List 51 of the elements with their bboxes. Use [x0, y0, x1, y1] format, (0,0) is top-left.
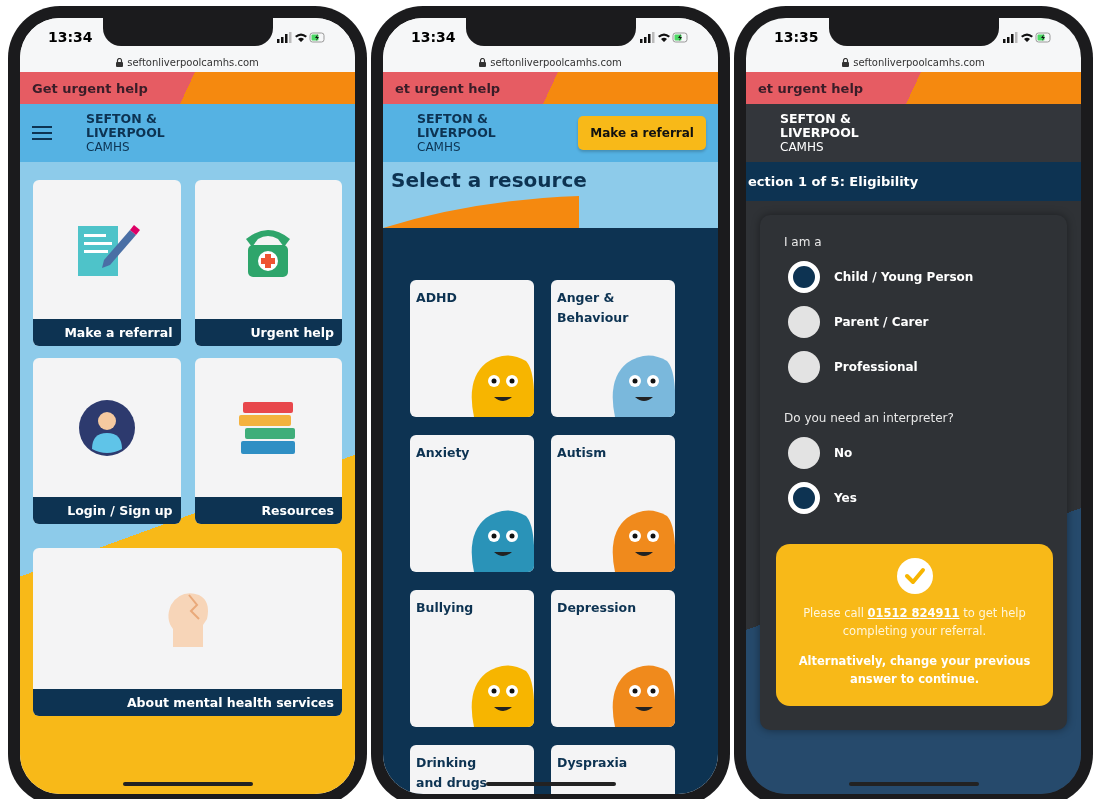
page-heading: Select a resource — [390, 167, 588, 192]
notice-text: Please call 01512 824911 to get help completing your referral. — [802, 605, 1027, 640]
resource-card[interactable]: ADHD — [410, 280, 534, 417]
resource-card[interactable]: Anxiety — [410, 435, 534, 572]
notice-note: Alternatively, change your previous answer to continue. — [797, 653, 1032, 688]
url-bar[interactable]: seftonliverpoolcamhs.com — [746, 52, 1081, 72]
lock-icon — [479, 57, 487, 67]
resource-card[interactable]: Bullying — [410, 590, 534, 727]
menu-tile[interactable]: Urgent help — [194, 180, 342, 346]
option-label[interactable]: No — [834, 446, 853, 460]
resource-card[interactable]: Depression — [551, 590, 675, 727]
user-avatar-icon — [77, 398, 136, 457]
option-label[interactable]: Yes — [834, 491, 857, 505]
section-title: ection 1 of 5: Eligibility — [746, 162, 1081, 201]
menu-tile[interactable]: About mental health services — [33, 548, 342, 716]
site-logo[interactable]: SEFTON & LIVERPOOL CAMHS — [417, 112, 496, 154]
option-label[interactable]: Professional — [834, 360, 918, 374]
lock-icon — [842, 57, 850, 67]
option-label[interactable]: Parent / Carer — [834, 315, 929, 329]
menu-tile[interactable]: Login / Sign up — [33, 358, 181, 524]
radio-button[interactable] — [788, 351, 820, 383]
url-bar[interactable]: seftonliverpoolcamhs.com — [383, 52, 718, 72]
menu-tile[interactable]: Make a referral — [33, 180, 181, 346]
urgent-help-banner[interactable]: et urgent help — [383, 72, 718, 104]
status-time: 13:34 — [48, 29, 93, 45]
radio-button[interactable] — [788, 261, 820, 293]
resource-card[interactable]: Dyspraxia — [551, 745, 675, 794]
site-logo[interactable]: SEFTON & LIVERPOOL CAMHS — [780, 112, 859, 154]
lock-icon — [116, 57, 124, 67]
resource-card[interactable]: Autism — [551, 435, 675, 572]
radio-button[interactable] — [788, 482, 820, 514]
make-referral-button[interactable]: Make a referral — [578, 116, 706, 150]
radio-button[interactable] — [788, 437, 820, 469]
check-icon — [896, 558, 933, 594]
status-icons — [640, 31, 690, 43]
option-label[interactable]: Child / Young Person — [834, 270, 974, 284]
resource-card[interactable]: Anger & Behaviour — [551, 280, 675, 417]
resource-card[interactable]: Drinking and drugs — [410, 745, 534, 794]
site-logo[interactable]: SEFTON & LIVERPOOL CAMHS — [86, 112, 165, 154]
status-time: 13:34 — [411, 29, 456, 45]
question-label: Do you need an interpreter? — [784, 411, 955, 425]
question-label: I am a — [784, 235, 823, 249]
menu-tile[interactable]: Resources — [194, 358, 342, 524]
menu-icon[interactable] — [32, 125, 52, 141]
urgent-help-banner[interactable]: Get urgent help — [20, 72, 355, 104]
status-icons — [277, 31, 327, 43]
url-bar[interactable]: seftonliverpoolcamhs.com — [20, 52, 355, 72]
status-icons — [1003, 31, 1053, 43]
urgent-help-banner[interactable]: et urgent help — [746, 72, 1081, 104]
radio-button[interactable] — [788, 306, 820, 338]
status-time: 13:35 — [774, 29, 819, 45]
